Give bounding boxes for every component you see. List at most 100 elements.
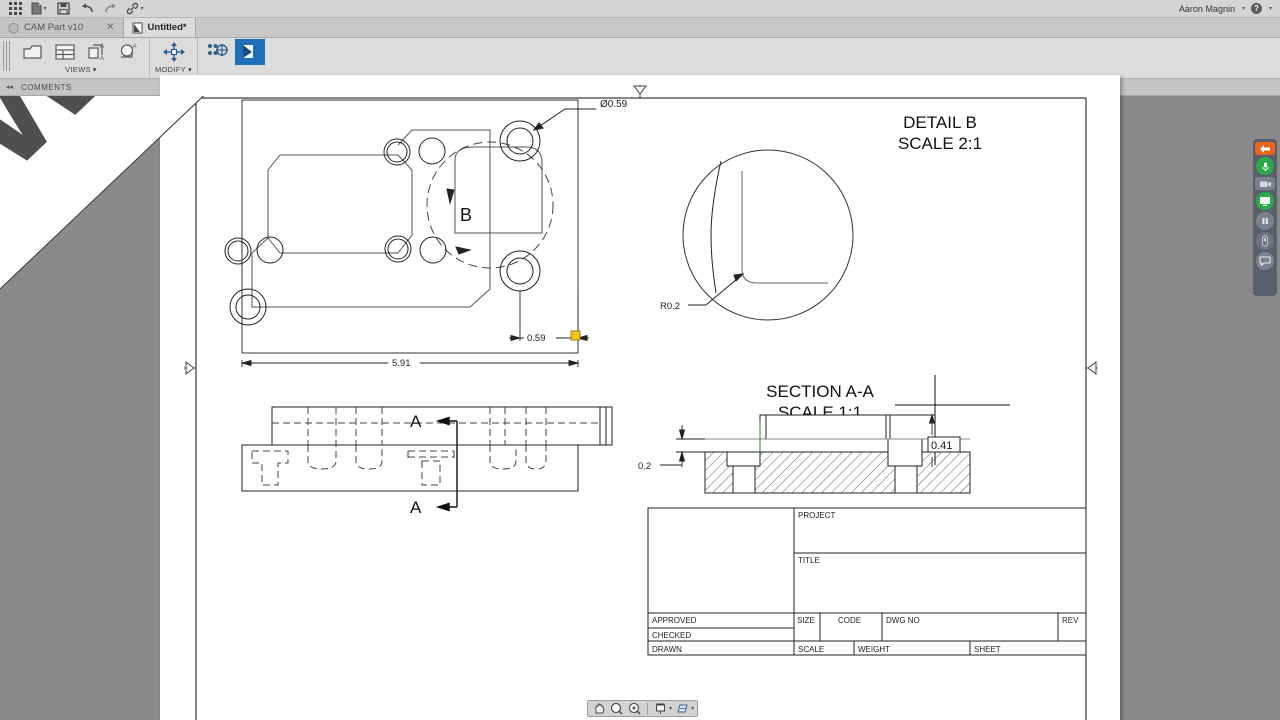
ribbon-toolbar: A A A VIEWS ▾ MODIFY ▾ bbox=[0, 38, 1280, 79]
sheet-border bbox=[195, 97, 1087, 720]
component-icon bbox=[8, 22, 19, 34]
chevron-down-icon[interactable]: ▾ bbox=[93, 65, 97, 74]
field-dwg-no: DWG NO bbox=[886, 616, 920, 625]
detail-b-scale: SCALE 2:1 bbox=[898, 134, 982, 153]
detail-callout-label: B bbox=[460, 205, 472, 225]
account-area: Aaron Magnin ▾ ? ▾ bbox=[1179, 3, 1280, 14]
redo-icon[interactable] bbox=[100, 0, 122, 17]
document-tab-strip: CAM Part v10 ✕ Untitled* bbox=[0, 18, 1280, 38]
ribbon-panel-dimensions bbox=[198, 38, 270, 79]
display-settings-button[interactable]: ▾ bbox=[653, 701, 672, 716]
link-icon[interactable]: ▾ bbox=[124, 0, 146, 17]
centering-marks bbox=[184, 85, 1098, 375]
field-weight: WEIGHT bbox=[858, 645, 890, 654]
zoom-icon[interactable] bbox=[609, 701, 624, 716]
ribbon-panel-modify: MODIFY ▾ bbox=[150, 38, 199, 79]
title-block bbox=[647, 507, 1087, 656]
zoom-window-icon[interactable] bbox=[627, 701, 642, 716]
move-icon[interactable] bbox=[159, 39, 189, 65]
ribbon-panel-label[interactable]: MODIFY ▾ bbox=[155, 65, 192, 74]
drawing-icon bbox=[132, 22, 143, 33]
hole-offset-label: 0.59 bbox=[527, 333, 546, 344]
application-bar: ▾ ▾ Aaron Magnin ▾ ? ▾ bbox=[0, 0, 1280, 18]
display-settings-icon[interactable] bbox=[653, 701, 668, 716]
counterbore-holes bbox=[229, 120, 541, 326]
svg-text:A: A bbox=[100, 56, 104, 62]
chat-icon[interactable] bbox=[1256, 252, 1274, 270]
grid-snaps-icon[interactable] bbox=[675, 701, 690, 716]
svg-text:A: A bbox=[133, 44, 137, 50]
display-settings-caret-icon[interactable]: ▾ bbox=[669, 706, 672, 712]
field-drawn: DRAWN bbox=[652, 645, 682, 654]
user-name-label[interactable]: Aaron Magnin bbox=[1179, 4, 1235, 14]
detail-b-geometry bbox=[682, 149, 854, 321]
drawing-sheet[interactable]: Ø0.59 B 5.91 0.59 A A DETAIL B SCALE 2:1… bbox=[160, 75, 1120, 720]
comments-label: COMMENTS bbox=[21, 82, 72, 92]
chevron-down-icon[interactable]: ▾ bbox=[188, 65, 192, 74]
overall-width-label: 5.91 bbox=[392, 358, 411, 369]
phone-icon[interactable] bbox=[1256, 232, 1274, 250]
tab-untitled-drawing[interactable]: Untitled* bbox=[123, 18, 196, 37]
app-grid-icon[interactable] bbox=[4, 0, 26, 17]
grid-snaps-caret-icon[interactable]: ▾ bbox=[691, 706, 694, 712]
dimension-selection-marker[interactable] bbox=[570, 330, 581, 341]
radius-label: R0.2 bbox=[660, 301, 680, 312]
field-sheet: SHEET bbox=[974, 645, 1001, 654]
help-icon[interactable]: ? bbox=[1250, 3, 1262, 14]
help-caret-icon[interactable]: ▾ bbox=[1269, 6, 1272, 12]
file-caret-icon[interactable]: ▾ bbox=[43, 6, 46, 12]
pause-icon[interactable] bbox=[1256, 212, 1274, 230]
svg-text:A: A bbox=[100, 44, 104, 50]
projected-view-icon[interactable] bbox=[50, 39, 80, 65]
dimension-icon[interactable] bbox=[203, 39, 233, 65]
microphone-icon[interactable] bbox=[1256, 157, 1274, 175]
base-view-icon[interactable] bbox=[18, 39, 48, 65]
section-aa-geometry bbox=[704, 414, 971, 494]
field-scale: SCALE bbox=[798, 645, 824, 654]
field-checked: CHECKED bbox=[652, 631, 691, 640]
fusion-drawing-workspace: ▾ ▾ Aaron Magnin ▾ ? ▾ CAM Part v10 ✕ Un… bbox=[0, 0, 1280, 720]
detail-b-title: DETAIL B bbox=[903, 113, 977, 132]
drawing-content: Ø0.59 B 5.91 0.59 A A DETAIL B SCALE 2:1… bbox=[184, 85, 1098, 720]
panel-title: MODIFY bbox=[155, 65, 186, 74]
user-caret-icon[interactable]: ▾ bbox=[1242, 6, 1245, 12]
file-icon[interactable]: ▾ bbox=[28, 0, 50, 17]
field-approved: APPROVED bbox=[652, 616, 697, 625]
section-line-aa bbox=[435, 416, 458, 512]
step-depth-dimension bbox=[660, 425, 705, 467]
field-size: SIZE bbox=[797, 616, 815, 625]
screen-share-icon[interactable] bbox=[1256, 192, 1274, 210]
front-view bbox=[241, 406, 613, 492]
tab-cam-part[interactable]: CAM Part v10 ✕ bbox=[0, 18, 124, 37]
section-label-a-top: A bbox=[410, 412, 422, 431]
link-caret-icon[interactable]: ▾ bbox=[140, 6, 143, 12]
field-code: CODE bbox=[838, 616, 861, 625]
pan-icon[interactable] bbox=[591, 701, 606, 716]
ribbon-panel-label[interactable]: VIEWS ▾ bbox=[65, 65, 97, 74]
detail-view-icon[interactable]: A bbox=[114, 39, 144, 65]
through-holes bbox=[224, 137, 447, 265]
camera-icon[interactable] bbox=[1255, 177, 1275, 190]
thickness-label: 0.41 bbox=[931, 440, 952, 452]
quick-access-toolbar: ▾ ▾ bbox=[0, 0, 146, 17]
view-navigation-toolbar: ▾ ▾ bbox=[587, 700, 699, 717]
save-icon[interactable] bbox=[52, 0, 74, 17]
section-view-icon[interactable]: A A bbox=[82, 39, 112, 65]
webinar-control-bar bbox=[1253, 139, 1277, 296]
tab-close-icon[interactable]: ✕ bbox=[106, 22, 114, 33]
grid-snaps-button[interactable]: ▾ bbox=[675, 701, 694, 716]
title-block-labels: PROJECT TITLE APPROVED CHECKED DRAWN SIZ… bbox=[652, 511, 1079, 654]
diameter-dimension bbox=[532, 108, 596, 131]
ribbon-grip[interactable] bbox=[3, 41, 11, 71]
edit-dimension-icon[interactable] bbox=[235, 38, 266, 65]
collapse-icon[interactable]: ◂◂ bbox=[6, 83, 13, 91]
tab-label: Untitled* bbox=[147, 22, 187, 33]
field-rev: REV bbox=[1062, 616, 1079, 625]
exit-icon[interactable] bbox=[1255, 142, 1275, 155]
section-label-a-bottom: A bbox=[410, 498, 422, 517]
field-project: PROJECT bbox=[798, 511, 835, 520]
ribbon-panel-views: A A A VIEWS ▾ bbox=[13, 38, 150, 79]
drawing-canvas[interactable]: Ø0.59 B 5.91 0.59 A A DETAIL B SCALE 2:1… bbox=[0, 75, 1280, 720]
undo-icon[interactable] bbox=[76, 0, 98, 17]
field-title: TITLE bbox=[798, 556, 820, 565]
